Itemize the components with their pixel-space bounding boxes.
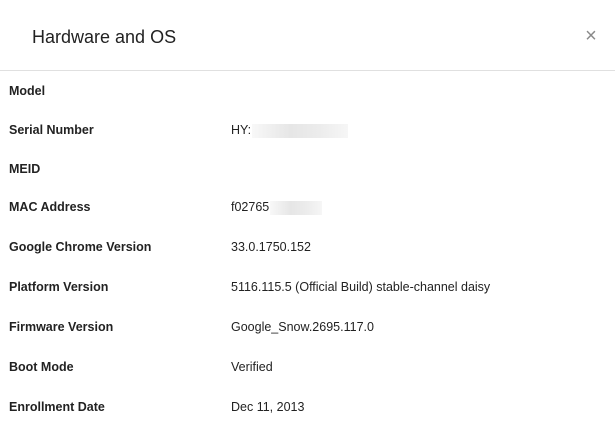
info-row-chrome-version: Google Chrome Version 33.0.1750.152	[0, 237, 615, 257]
info-value: HY:	[231, 123, 252, 137]
close-icon[interactable]: ×	[581, 24, 601, 48]
dialog-header: Hardware and OS ×	[0, 0, 615, 71]
info-row-serial-number: Serial Number HY:	[0, 120, 615, 140]
info-row-meid: MEID	[0, 159, 615, 179]
info-label: Enrollment Date	[9, 400, 105, 414]
redaction-blur	[270, 200, 323, 215]
info-label: MAC Address	[9, 200, 91, 214]
info-value-wrapper: f02765	[231, 197, 323, 217]
info-value: Dec 11, 2013	[231, 400, 305, 414]
info-label: Boot Mode	[9, 360, 74, 374]
info-value: Google_Snow.2695.117.0	[231, 320, 374, 334]
info-value-wrapper: HY:	[231, 120, 349, 140]
info-row-platform-version: Platform Version 5116.115.5 (Official Bu…	[0, 277, 615, 297]
info-row-boot-mode: Boot Mode Verified	[0, 357, 615, 377]
info-label: MEID	[9, 162, 41, 176]
info-label: Google Chrome Version	[9, 240, 152, 254]
info-row-firmware-version: Firmware Version Google_Snow.2695.117.0	[0, 317, 615, 337]
info-label: Firmware Version	[9, 320, 114, 334]
info-row-model: Model	[0, 81, 615, 101]
redaction-blur	[252, 123, 349, 138]
info-label: Platform Version	[9, 280, 109, 294]
info-row-mac-address: MAC Address f02765	[0, 197, 615, 217]
info-value: Verified	[231, 360, 273, 374]
info-row-enrollment-date: Enrollment Date Dec 11, 2013	[0, 397, 615, 417]
info-value: 5116.115.5 (Official Build) stable-chann…	[231, 280, 491, 294]
info-label: Model	[9, 84, 46, 98]
info-value: f02765	[231, 200, 270, 214]
info-label: Serial Number	[9, 123, 94, 137]
hardware-os-dialog: Hardware and OS × Model Serial Number HY…	[0, 0, 615, 423]
dialog-title: Hardware and OS	[32, 27, 177, 47]
info-value: 33.0.1750.152	[231, 240, 311, 254]
